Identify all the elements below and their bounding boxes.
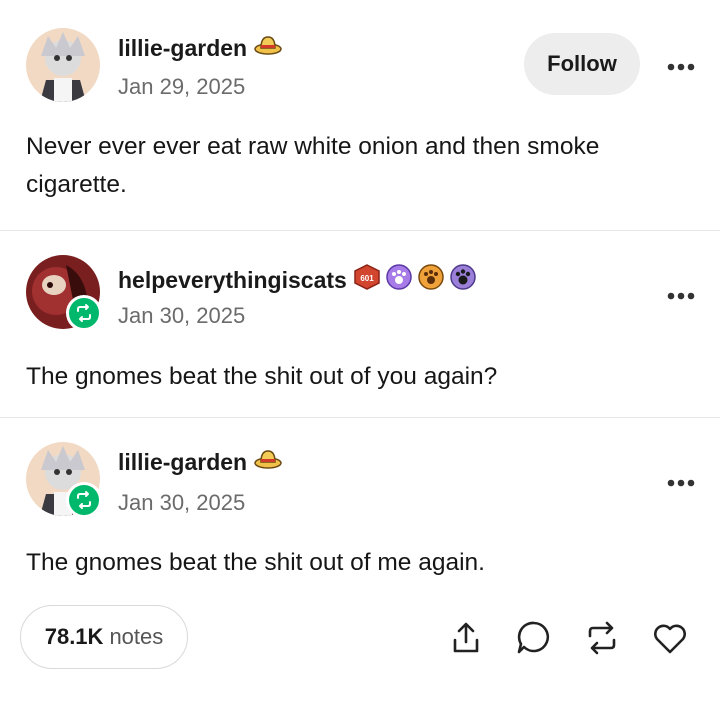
notes-label: notes <box>109 624 164 649</box>
post-text: The gnomes beat the shit out of me again… <box>26 549 485 576</box>
share-icon[interactable] <box>446 618 486 658</box>
reblog-icon[interactable] <box>582 618 622 658</box>
notes-button[interactable]: 78.1K notes <box>20 605 188 669</box>
svg-text:601: 601 <box>360 274 374 283</box>
avatar[interactable] <box>26 28 100 102</box>
paw-badge-icon <box>449 263 477 297</box>
more-options-icon[interactable] <box>667 59 695 71</box>
heart-icon[interactable] <box>650 618 690 658</box>
post-reblog: helpeverythingiscats 601 Jan 30, 2025 Th… <box>0 231 720 417</box>
username[interactable]: helpeverythingiscats 601 <box>118 263 477 297</box>
post-date: Jan 29, 2025 <box>118 74 246 99</box>
reblog-badge-icon <box>66 295 102 331</box>
username[interactable]: lillie-garden <box>118 34 283 62</box>
post-date: Jan 30, 2025 <box>118 303 246 328</box>
post-text: The gnomes beat the shit out of you agai… <box>26 363 498 390</box>
post-text: Never ever ever eat raw white onion and … <box>26 133 600 198</box>
straw-hat-icon <box>253 34 283 62</box>
post-original: lillie-garden Jan 29, 2025 Follow Never … <box>0 0 720 230</box>
paw-badge-icon <box>385 263 413 297</box>
username-text[interactable]: helpeverythingiscats <box>118 267 347 294</box>
red-hexagon-badge-icon: 601 <box>353 264 381 296</box>
post-reblog: lillie-garden Jan 30, 2025 The gnomes be… <box>0 418 720 598</box>
username-text[interactable]: lillie-garden <box>118 35 247 62</box>
username[interactable]: lillie-garden <box>118 448 283 476</box>
reblog-badge-icon <box>66 482 102 518</box>
notes-count: 78.1K <box>44 624 104 649</box>
straw-hat-icon <box>253 448 283 476</box>
more-options-icon[interactable] <box>667 288 695 300</box>
more-options-icon[interactable] <box>667 475 695 487</box>
reply-icon[interactable] <box>514 618 554 658</box>
post-date: Jan 30, 2025 <box>118 490 246 515</box>
username-text[interactable]: lillie-garden <box>118 449 247 476</box>
follow-button[interactable]: Follow <box>524 33 640 95</box>
paw-badge-icon <box>417 263 445 297</box>
